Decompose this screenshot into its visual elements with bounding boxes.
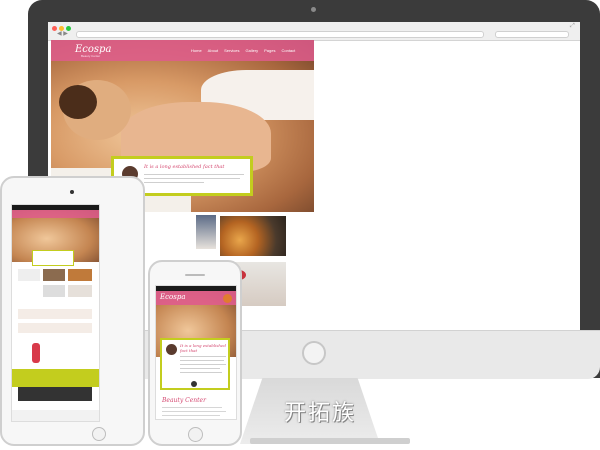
- ipad-screen: [11, 204, 100, 422]
- ipad-dark-section: [18, 387, 92, 401]
- quote-text-line: [144, 182, 204, 183]
- ipad-gallery-image[interactable]: [43, 285, 65, 297]
- section-text-line: [162, 407, 222, 408]
- nav-item-home[interactable]: Home: [191, 48, 202, 53]
- ipad-gallery-image[interactable]: [43, 269, 65, 281]
- iphone-speaker-icon: [185, 274, 205, 276]
- gallery-image[interactable]: [220, 216, 286, 256]
- client-hair: [59, 85, 97, 119]
- imac-stand-base: [250, 438, 410, 444]
- nav-item-gallery[interactable]: Gallery: [245, 48, 258, 53]
- site-nav: Home About Services Gallery Pages Contac…: [191, 48, 295, 53]
- play-icon[interactable]: [191, 381, 197, 387]
- iphone-site-logo[interactable]: Ecospa: [160, 293, 186, 301]
- nav-item-pages[interactable]: Pages: [264, 48, 275, 53]
- nav-item-about[interactable]: About: [208, 48, 218, 53]
- nav-item-services[interactable]: Services: [224, 48, 239, 53]
- avatar: [166, 344, 177, 355]
- quote-text-line: [180, 372, 222, 373]
- ipad-lime-banner: [12, 369, 99, 387]
- ipad-home-button-icon[interactable]: [92, 427, 106, 441]
- browser-toolbar: ◀ ▶ ⤢: [48, 22, 580, 41]
- ipad-service-row: [18, 309, 92, 319]
- quote-text-line: [180, 368, 220, 369]
- nav-item-contact[interactable]: Contact: [281, 48, 295, 53]
- brand-watermark: 开拓族: [283, 401, 356, 426]
- quote-title: It is a long established fact that: [144, 164, 225, 170]
- back-forward-arrows-icon[interactable]: ◀ ▶: [57, 30, 68, 37]
- site-logo-subtitle: Beauty Center: [81, 54, 101, 58]
- quote-text-line: [144, 174, 244, 175]
- camera-icon: [311, 7, 316, 12]
- quote-text-line: [180, 360, 224, 361]
- iphone-quote-box: It is a long established fact that: [160, 338, 230, 390]
- ipad-model-image: [32, 343, 40, 363]
- iphone-section-title: Beauty Center: [162, 397, 206, 404]
- search-input[interactable]: [495, 31, 569, 38]
- ipad-gallery-image[interactable]: [68, 285, 92, 297]
- quote-text-line: [180, 364, 226, 365]
- ipad-camera-icon: [70, 190, 74, 194]
- menu-icon[interactable]: [223, 294, 232, 303]
- expand-icon[interactable]: ⤢: [570, 23, 575, 30]
- ipad-gallery-image[interactable]: [68, 269, 92, 281]
- quote-text-line: [180, 356, 226, 357]
- ipad-site-header: [12, 210, 99, 218]
- iphone-screen: Ecospa It is a long established fact tha…: [155, 285, 237, 420]
- ipad-footer: [12, 410, 99, 421]
- iphone-quote-title: It is a long established fact that: [180, 343, 226, 353]
- quote-text-line: [144, 178, 240, 179]
- gallery-image[interactable]: [196, 215, 216, 249]
- ipad-service-row: [18, 323, 92, 333]
- iphone-home-button-icon[interactable]: [188, 427, 203, 442]
- address-bar[interactable]: [76, 31, 484, 38]
- ipad-quote-box: [32, 250, 74, 266]
- ipad-text-block: [18, 269, 40, 281]
- section-text-line: [162, 415, 220, 416]
- power-button-icon[interactable]: [302, 341, 326, 365]
- section-text-line: [162, 411, 226, 412]
